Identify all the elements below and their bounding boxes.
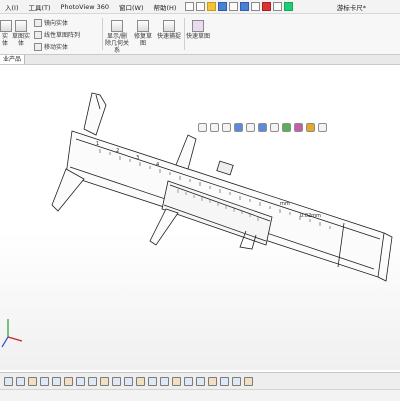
rapid-sketch-icon: [192, 20, 204, 32]
apply-scene-icon[interactable]: [294, 123, 303, 132]
mirror-icon: [34, 18, 42, 27]
rapid-sketch-label: 快速草图: [186, 33, 211, 40]
linear-pattern-button[interactable]: 线性草图阵列: [34, 30, 80, 39]
rapid-sketch-button[interactable]: 快速草图: [186, 20, 210, 40]
relations-label: 显示/删除几何关系: [104, 33, 129, 54]
status-bar: [0, 389, 400, 401]
offset-icon[interactable]: [184, 376, 193, 386]
heads-up-view-toolbar: [198, 123, 327, 132]
display-relations-button[interactable]: 显示/删除几何关系: [104, 20, 130, 54]
open-folder-icon[interactable]: [207, 2, 217, 11]
slot-icon[interactable]: [28, 376, 37, 386]
unit-label-accuracy: 0.02mm: [300, 213, 321, 219]
plane-icon[interactable]: [112, 376, 121, 386]
scale-label-4: 4: [156, 162, 159, 168]
rectangle-icon[interactable]: [16, 376, 25, 386]
linear-pattern-label: 线性草图阵列: [44, 32, 81, 39]
solid-label: 实体: [1, 33, 8, 47]
menu-window[interactable]: 窗口(W): [114, 2, 149, 12]
scale-label-2: 2: [116, 148, 119, 154]
scale-label-1: 1: [96, 141, 99, 147]
circle-icon[interactable]: [40, 376, 49, 386]
new-document-icon[interactable]: [196, 2, 206, 11]
menu-insert[interactable]: 入(I): [0, 2, 24, 12]
extend-icon[interactable]: [172, 376, 181, 386]
view-orientation-icon[interactable]: [246, 123, 255, 132]
pattern-icon[interactable]: [208, 376, 217, 386]
relation-icon[interactable]: [232, 376, 241, 386]
menu-help[interactable]: 帮助(H): [149, 2, 182, 12]
mirror-label: 镜向实体: [44, 20, 69, 27]
quick-snaps-button[interactable]: 快速捕捉: [156, 20, 182, 40]
linear-pattern-icon: [34, 30, 42, 39]
document-title: 游标卡尺*: [336, 4, 366, 12]
quick-snap-icon: [163, 20, 175, 32]
print-icon[interactable]: [229, 2, 239, 11]
view-options-icon[interactable]: [318, 123, 327, 132]
trim-icon[interactable]: [160, 376, 169, 386]
hide-show-items-icon[interactable]: [270, 123, 279, 132]
axis-triad: [1, 319, 23, 348]
options-icon[interactable]: [284, 2, 294, 11]
save-icon[interactable]: [218, 2, 228, 11]
convert-entities-button[interactable]: 草图实体: [10, 20, 32, 47]
repair-label: 修复草图: [133, 33, 152, 47]
solid-button-partial[interactable]: 实体: [0, 20, 12, 47]
dimension-icon[interactable]: [220, 376, 229, 386]
zoom-area-icon[interactable]: [210, 123, 219, 132]
move-icon: [34, 42, 42, 51]
text-icon[interactable]: [124, 376, 133, 386]
fillet-icon[interactable]: [100, 376, 109, 386]
select-icon[interactable]: [251, 2, 261, 11]
relations-icon: [111, 20, 123, 32]
previous-view-icon[interactable]: [222, 123, 231, 132]
convert-entities-label: 草图实体: [11, 33, 30, 47]
polygon-icon[interactable]: [64, 376, 73, 386]
mirror-icon[interactable]: [196, 376, 205, 386]
undo-icon[interactable]: [240, 2, 250, 11]
scale-label-3: 3: [136, 155, 139, 161]
caliper-outline: [51, 92, 393, 282]
command-manager: 实体 草图实体 镜向实体 线性草图阵列 移动实体 显示/删除几何关系 修复草图 …: [0, 14, 400, 55]
view-settings-icon[interactable]: [306, 123, 315, 132]
section-view-icon[interactable]: [234, 123, 243, 132]
caliper-model: 1 2 3 4 mm 0.02mm: [1, 92, 393, 348]
edit-appearance-icon[interactable]: [282, 123, 291, 132]
command-tabs: 业产品: [0, 55, 400, 65]
arc-icon[interactable]: [52, 376, 61, 386]
spline-icon[interactable]: [76, 376, 85, 386]
tab-feature-manager[interactable]: 业产品: [0, 55, 26, 64]
zoom-to-fit-icon[interactable]: [198, 123, 207, 132]
ribbon-separator: [184, 18, 185, 50]
grid-icon[interactable]: [244, 376, 253, 386]
quick-snap-label: 快速捕捉: [156, 33, 181, 40]
display-style-icon[interactable]: [258, 123, 267, 132]
repair-icon: [137, 20, 149, 32]
move-entities-button[interactable]: 移动实体: [34, 42, 68, 51]
mirror-entities-button[interactable]: 镜向实体: [34, 18, 68, 27]
centerline-icon[interactable]: [148, 376, 157, 386]
point-icon[interactable]: [136, 376, 145, 386]
ellipse-icon[interactable]: [88, 376, 97, 386]
line-icon[interactable]: [4, 376, 13, 386]
graphics-area[interactable]: 1 2 3 4 mm 0.02mm: [0, 65, 400, 370]
ribbon-separator: [102, 18, 103, 50]
menu-photoview[interactable]: PhotoView 360: [56, 3, 114, 11]
pin-icon[interactable]: [185, 2, 195, 11]
repair-sketch-button[interactable]: 修复草图: [132, 20, 154, 47]
unit-label-mm: mm: [280, 201, 290, 207]
convert-entities-icon: [15, 20, 27, 32]
file-properties-icon[interactable]: [273, 2, 283, 11]
rebuild-icon[interactable]: [262, 2, 272, 11]
menu-tools[interactable]: 工具(T): [24, 2, 56, 12]
quick-access-toolbar: [185, 2, 294, 11]
move-label: 移动实体: [44, 44, 69, 51]
sketch-toolbar: [0, 372, 400, 389]
